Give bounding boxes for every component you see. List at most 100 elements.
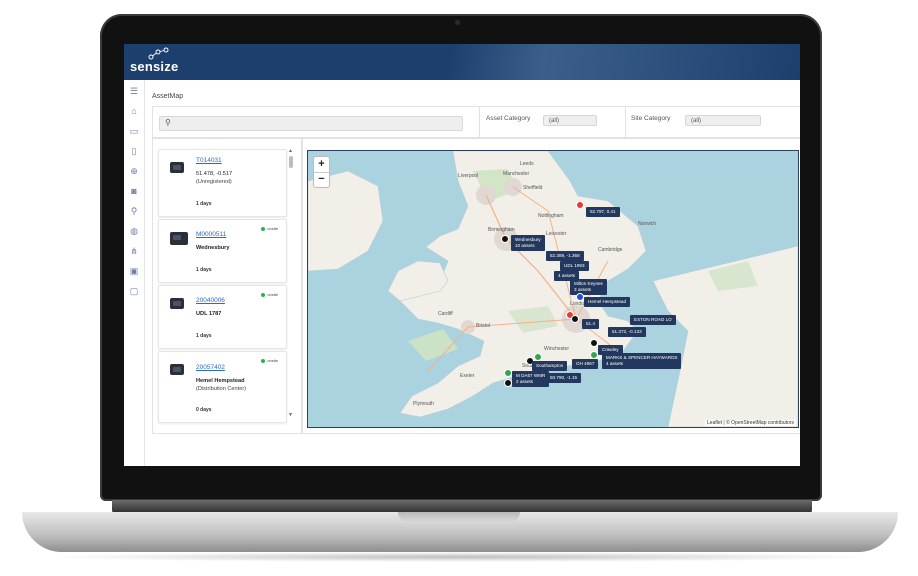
app-logo[interactable]: sensize — [130, 59, 178, 74]
place-label: Cambridge — [598, 247, 623, 253]
asset-icon[interactable]: ▭ — [129, 126, 139, 136]
asset-card[interactable]: onsite M0000511 Wednesbury 1 days — [158, 219, 287, 283]
asset-card[interactable]: onsite 20040006 UDL 1787 1 days — [158, 285, 287, 349]
map-marker-label[interactable]: MARKS & SPENCER HAYWARDS 4 assets — [602, 353, 682, 369]
map-marker[interactable] — [504, 369, 512, 377]
asset-name: 51.478, -0.517 — [196, 171, 233, 177]
place-label: Cardiff — [438, 311, 453, 317]
place-label: Leicester — [546, 231, 567, 237]
map-marker[interactable] — [504, 379, 512, 387]
place-label: Leeds — [520, 161, 534, 167]
globe-icon[interactable]: ◍ — [129, 226, 139, 236]
map-marker-label[interactable]: M DA67 WMR 2 assets — [512, 371, 550, 387]
map-marker[interactable] — [576, 201, 584, 209]
map-marker-label[interactable]: 51.4 — [582, 319, 599, 329]
filter-bar: ⚲ Asset Category (all) Site Category (al… — [152, 106, 800, 138]
asset-id-link[interactable]: 20040006 — [196, 297, 225, 304]
place-label: Plymouth — [413, 401, 434, 407]
laptop-notch — [398, 512, 520, 522]
asset-list-scrollbar[interactable]: ▲ ▼ — [288, 148, 294, 418]
asset-device-icon — [170, 364, 184, 375]
map-marker[interactable] — [576, 293, 584, 301]
onsite-badge: onsite — [261, 226, 278, 231]
onsite-dot-icon — [261, 358, 266, 363]
map-marker[interactable] — [501, 235, 509, 243]
laptop-shadow — [40, 552, 880, 562]
map-marker-label[interactable]: 51.372, -0.133 — [608, 327, 646, 337]
place-label: Birmingham — [488, 227, 515, 233]
search-icon: ⚲ — [165, 118, 171, 127]
asset-list-panel: T014031 51.478, -0.517 (Unregistered) 1 … — [152, 138, 302, 434]
map-marker-label[interactable]: ESTON ROAD LO — [630, 315, 676, 325]
zoom-out-button[interactable]: − — [314, 172, 329, 187]
onsite-dot-icon — [261, 292, 266, 297]
asset-category-label: Asset Category — [486, 115, 531, 122]
truck-icon[interactable]: ▣ — [129, 266, 139, 276]
search-input[interactable]: ⚲ — [159, 116, 463, 131]
wrench-icon[interactable]: ⚲ — [129, 206, 139, 216]
onsite-badge: onsite — [261, 358, 278, 363]
asset-device-icon — [170, 162, 184, 173]
place-label: Winchester — [544, 346, 570, 352]
map-marker[interactable] — [590, 351, 598, 359]
filter-divider — [625, 107, 626, 137]
onsite-dot-icon — [261, 226, 266, 231]
asset-map[interactable]: + − Liverpool Manchester Sheffield Leeds… — [307, 150, 799, 428]
zoom-control: + − — [313, 156, 330, 188]
map-marker[interactable] — [590, 339, 598, 347]
webcam — [455, 20, 460, 25]
scroll-up-icon[interactable]: ▲ — [288, 148, 293, 154]
map-marker[interactable] — [534, 353, 542, 361]
place-label: Manchester — [503, 171, 530, 177]
place-label: Norwich — [638, 221, 657, 227]
filter-divider — [479, 107, 480, 137]
asset-days: 1 days — [196, 267, 212, 273]
app-header: sensize — [124, 44, 800, 80]
map-marker-label[interactable]: Hemel Hempstead — [584, 297, 631, 307]
asset-name: Wednesbury — [196, 245, 230, 251]
map-marker-label[interactable]: 50.790, -1.15 — [546, 373, 582, 383]
scroll-thumb[interactable] — [289, 156, 293, 168]
home-icon[interactable]: ⌂ — [129, 106, 139, 116]
map-marker-label[interactable]: UDL 1993 — [560, 261, 589, 271]
asset-id-link[interactable]: M0000511 — [196, 231, 226, 238]
asset-id-link[interactable]: T014031 — [196, 157, 222, 164]
map-marker-label[interactable]: Milton Keynes 3 assets — [570, 279, 607, 295]
map-basemap — [308, 151, 798, 427]
map-marker[interactable] — [571, 315, 579, 323]
place-label: Exeter — [460, 373, 475, 379]
map-marker-label[interactable]: Southampton — [532, 361, 568, 371]
asset-device-icon — [170, 298, 184, 309]
asset-days: 1 days — [196, 201, 212, 207]
asset-card[interactable]: onsite 20057402 Hemel Hempstead (Distrib… — [158, 351, 287, 423]
map-marker-label[interactable]: 52.389, -1.368 — [546, 251, 584, 261]
asset-name: Hemel Hempstead — [196, 378, 245, 384]
zoom-in-button[interactable]: + — [314, 157, 329, 173]
scroll-down-icon[interactable]: ▼ — [288, 412, 293, 418]
place-label: Sheffield — [523, 185, 543, 191]
map-marker-label[interactable]: OH 4967 — [572, 359, 599, 369]
menu-icon[interactable]: ☰ — [129, 86, 139, 96]
asset-card[interactable]: T014031 51.478, -0.517 (Unregistered) 1 … — [158, 149, 287, 217]
file-icon[interactable]: ▢ — [129, 286, 139, 296]
page-title: AssetMap — [152, 93, 184, 100]
asset-name: UDL 1787 — [196, 311, 222, 317]
site-category-select[interactable]: (all) — [685, 115, 761, 126]
asset-subtitle: (Distribution Center) — [196, 386, 247, 392]
map-marker-label[interactable]: Wednesbury 10 assets — [511, 235, 545, 251]
site-category-label: Site Category — [631, 115, 671, 122]
asset-subtitle: (Unregistered) — [196, 179, 232, 185]
asset-id-link[interactable]: 20057402 — [196, 364, 225, 371]
onsite-badge: onsite — [261, 292, 278, 297]
asset-device-icon — [170, 232, 188, 245]
hierarchy-icon[interactable]: ⋔ — [129, 246, 139, 256]
asset-days: 0 days — [196, 407, 212, 413]
map-attribution[interactable]: Leaflet | © OpenStreetMap contributors — [705, 420, 796, 426]
camera-icon[interactable]: ◙ — [129, 186, 139, 196]
document-icon[interactable]: ▯ — [129, 146, 139, 156]
asset-days: 1 days — [196, 333, 212, 339]
target-icon[interactable]: ⊕ — [129, 166, 139, 176]
map-marker-label[interactable]: 52.797, 0.41 — [586, 207, 620, 217]
asset-category-select[interactable]: (all) — [543, 115, 597, 126]
place-label: Nottingham — [538, 213, 564, 219]
